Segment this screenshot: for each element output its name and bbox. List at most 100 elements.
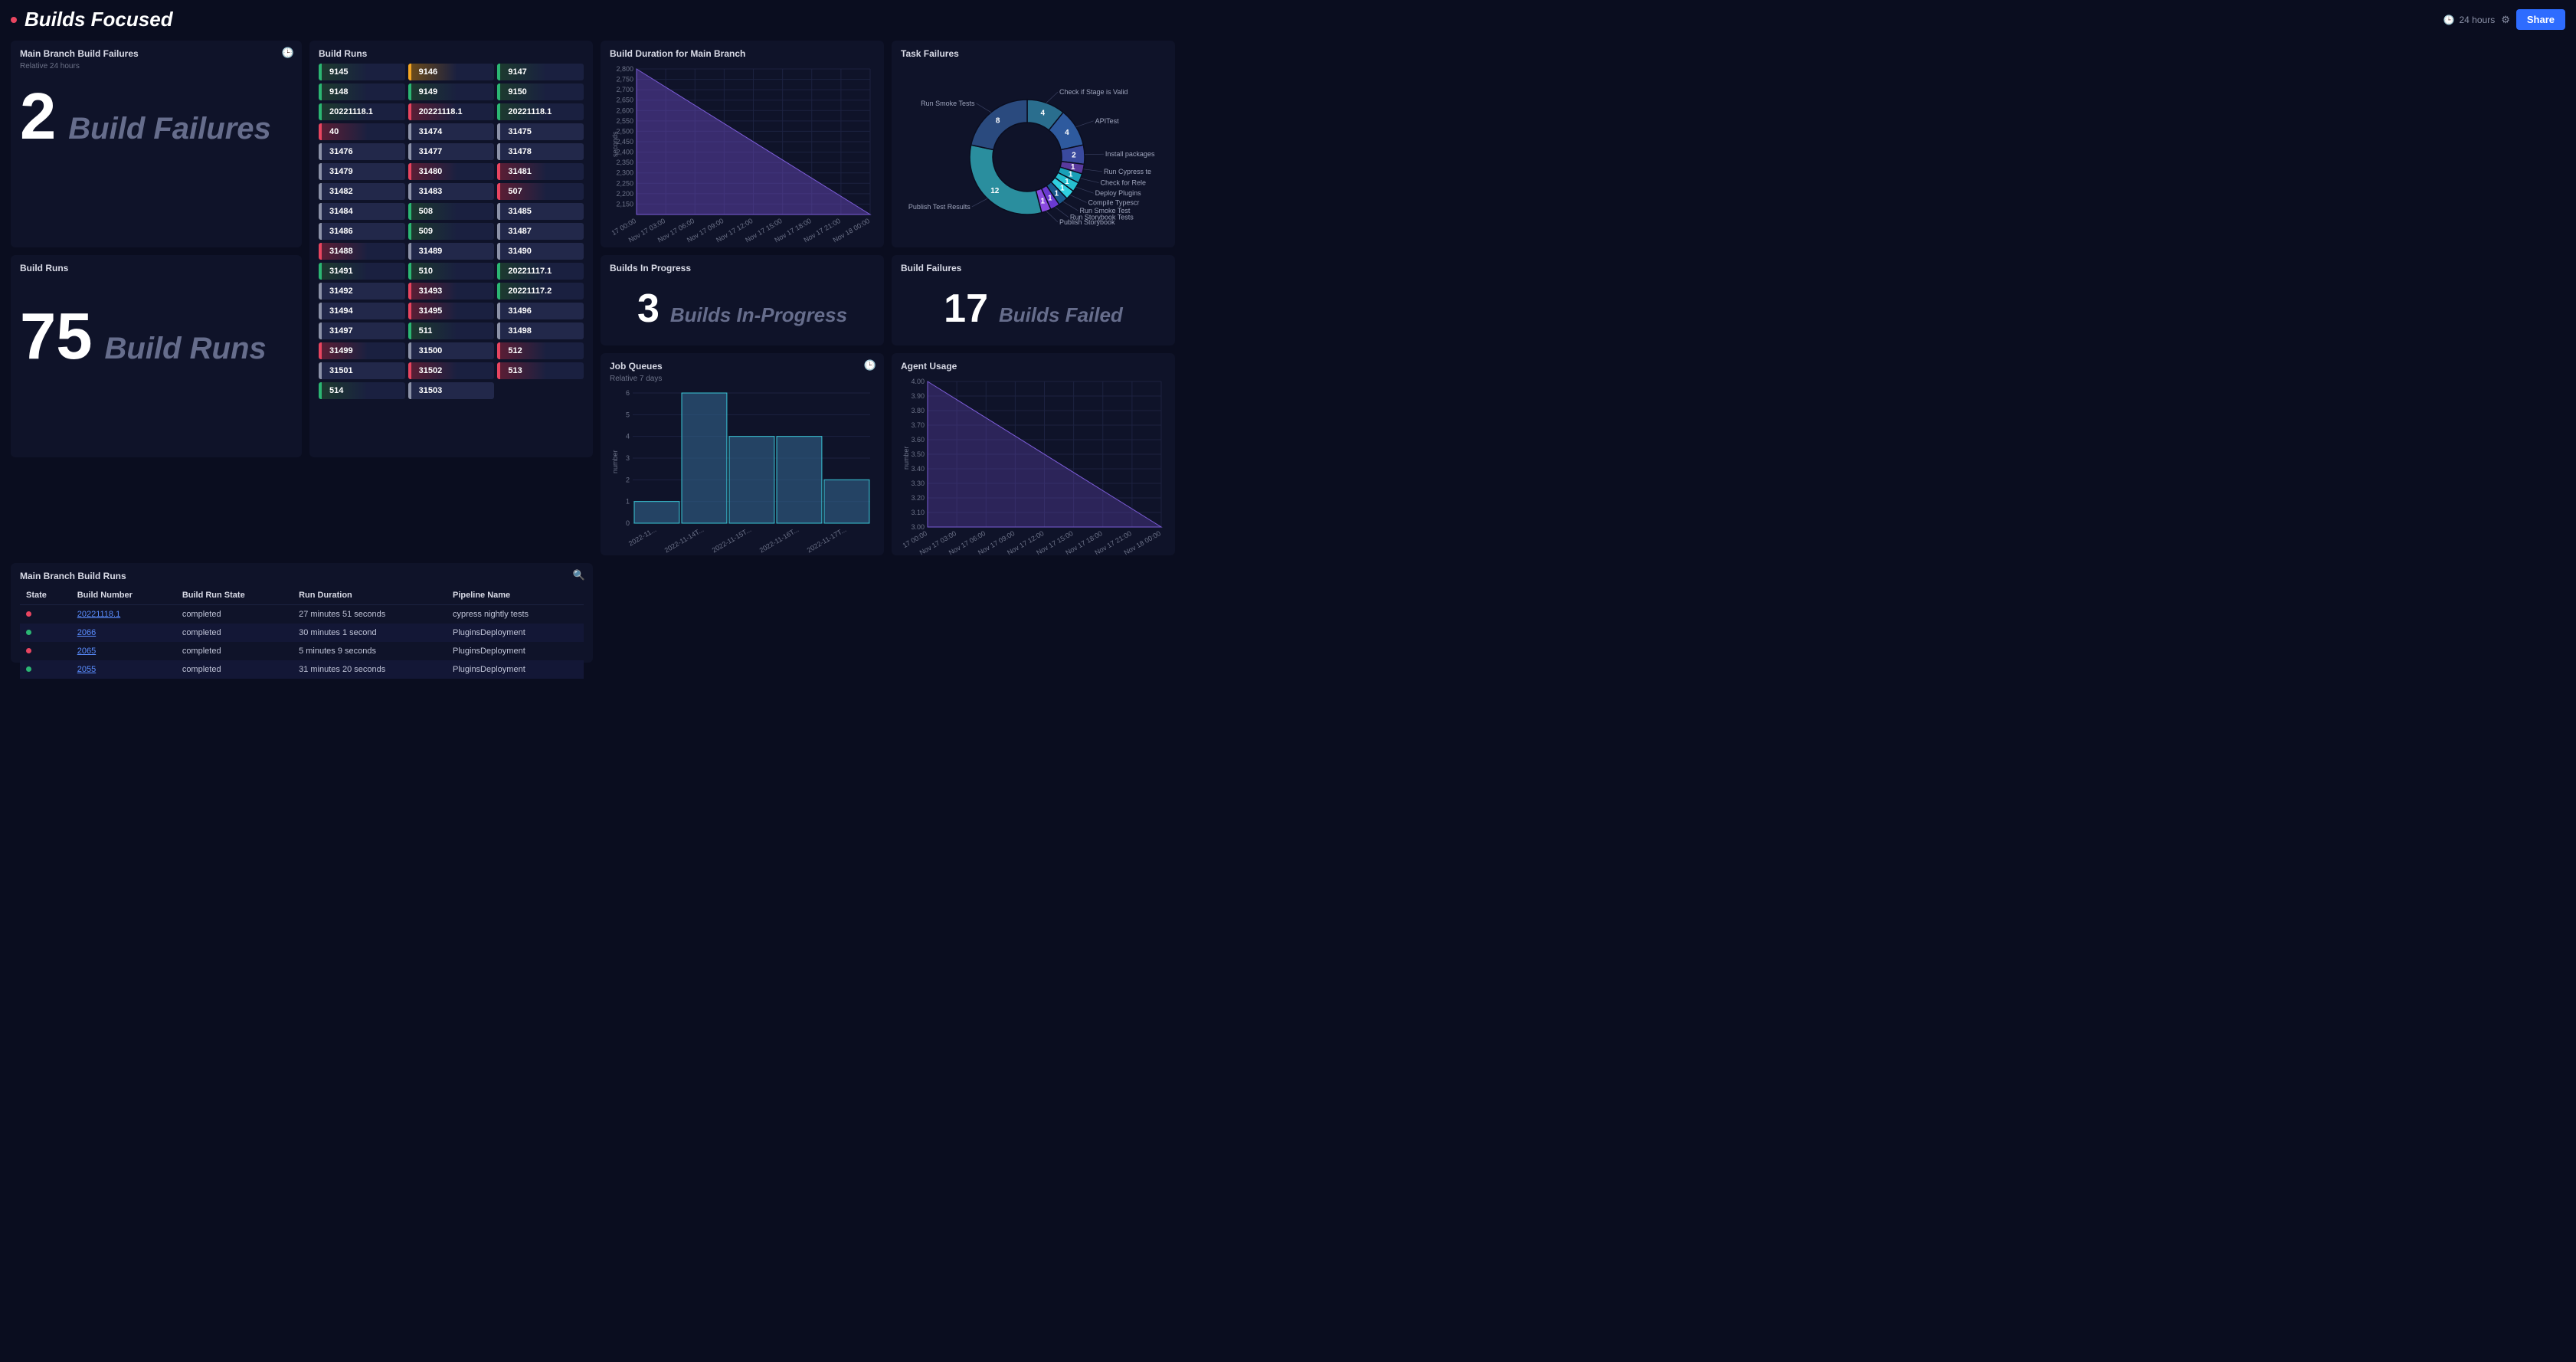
build-chip[interactable]: 31475: [497, 123, 584, 140]
clock-icon[interactable]: 🕒: [864, 359, 876, 372]
build-chip[interactable]: 510: [408, 263, 495, 280]
build-number-link[interactable]: 2055: [77, 665, 96, 674]
table-row[interactable]: 20221118.1 completed 27 minutes 51 secon…: [20, 605, 584, 624]
build-chip[interactable]: 31503: [408, 382, 495, 399]
build-chip[interactable]: 31501: [319, 362, 405, 379]
build-chip[interactable]: 31489: [408, 243, 495, 260]
build-chip[interactable]: 9148: [319, 83, 405, 100]
build-chip[interactable]: 31498: [497, 322, 584, 339]
svg-text:2,200: 2,200: [616, 190, 633, 198]
build-number-link[interactable]: 2065: [77, 647, 96, 656]
svg-text:1: 1: [626, 498, 630, 506]
build-chip[interactable]: 9145: [319, 64, 405, 80]
build-chip[interactable]: 20221117.2: [497, 283, 584, 300]
stat-value: 2: [20, 84, 56, 149]
table-header: Build Number: [71, 586, 176, 605]
build-chip[interactable]: 513: [497, 362, 584, 379]
build-chip[interactable]: 31485: [497, 203, 584, 220]
panel-subtitle: Relative 7 days: [610, 375, 875, 383]
build-chip[interactable]: 31492: [319, 283, 405, 300]
svg-text:2,650: 2,650: [616, 97, 633, 104]
build-chip[interactable]: 20221118.1: [319, 103, 405, 120]
time-range-selector[interactable]: 🕒 24 hours: [2443, 15, 2496, 25]
panel-agent-usage: Agent Usage number 17 00:00Nov 17 03:00N…: [892, 353, 1175, 555]
svg-text:3.30: 3.30: [911, 480, 925, 487]
build-chip[interactable]: 31494: [319, 303, 405, 319]
build-chip[interactable]: 31487: [497, 223, 584, 240]
table-row[interactable]: 2066 completed 30 minutes 1 second Plugi…: [20, 624, 584, 642]
svg-text:2: 2: [626, 476, 630, 483]
build-chip[interactable]: 31500: [408, 342, 495, 359]
build-chip[interactable]: 512: [497, 342, 584, 359]
build-chip[interactable]: 20221117.1: [497, 263, 584, 280]
build-chip[interactable]: 9150: [497, 83, 584, 100]
build-chip[interactable]: 31495: [408, 303, 495, 319]
build-chip[interactable]: 9149: [408, 83, 495, 100]
svg-text:3.10: 3.10: [911, 509, 925, 516]
build-number-link[interactable]: 2066: [77, 628, 96, 637]
page-header: Builds Focused 🕒 24 hours ⚙ Share: [11, 8, 2565, 31]
build-chip[interactable]: 31493: [408, 283, 495, 300]
build-chip[interactable]: 20221118.1: [497, 103, 584, 120]
build-chip[interactable]: 31484: [319, 203, 405, 220]
build-chip[interactable]: 31479: [319, 163, 405, 180]
panel-title: Job Queues: [610, 361, 875, 372]
pipeline-name: PluginsDeployment: [447, 660, 584, 679]
build-chip[interactable]: 31502: [408, 362, 495, 379]
build-chip[interactable]: 31477: [408, 143, 495, 160]
gear-icon[interactable]: ⚙: [2501, 14, 2510, 26]
build-chip[interactable]: 31482: [319, 183, 405, 200]
build-chip[interactable]: 31478: [497, 143, 584, 160]
svg-text:1: 1: [1060, 184, 1065, 192]
build-chip[interactable]: 31481: [497, 163, 584, 180]
build-chip[interactable]: 511: [408, 322, 495, 339]
build-chip[interactable]: 20221118.1: [408, 103, 495, 120]
build-chip[interactable]: 9146: [408, 64, 495, 80]
svg-text:Publish Storybook: Publish Storybook: [1059, 218, 1115, 226]
table-header: State: [20, 586, 71, 605]
build-chip[interactable]: 31486: [319, 223, 405, 240]
svg-text:2,300: 2,300: [616, 169, 633, 177]
build-chip[interactable]: 507: [497, 183, 584, 200]
svg-text:2022-11-17T...: 2022-11-17T...: [806, 525, 848, 554]
svg-text:0: 0: [626, 519, 630, 527]
build-chip[interactable]: 31483: [408, 183, 495, 200]
build-number-link[interactable]: 20221118.1: [77, 610, 120, 619]
panel-title: Build Runs: [319, 48, 584, 59]
table-row[interactable]: 2055 completed 31 minutes 20 seconds Plu…: [20, 660, 584, 679]
build-chip[interactable]: 40: [319, 123, 405, 140]
build-chip[interactable]: 31488: [319, 243, 405, 260]
table-row[interactable]: 2065 completed 5 minutes 9 seconds Plugi…: [20, 642, 584, 660]
build-chip[interactable]: 31497: [319, 322, 405, 339]
svg-text:2,500: 2,500: [616, 127, 633, 135]
build-chip[interactable]: 31491: [319, 263, 405, 280]
panel-title: Build Duration for Main Branch: [610, 48, 875, 59]
build-chip[interactable]: 508: [408, 203, 495, 220]
build-chip[interactable]: 31496: [497, 303, 584, 319]
panel-title: Task Failures: [901, 48, 1166, 59]
svg-text:12: 12: [990, 187, 1000, 195]
build-chip[interactable]: 31499: [319, 342, 405, 359]
build-chip[interactable]: 31476: [319, 143, 405, 160]
svg-text:2,450: 2,450: [616, 138, 633, 146]
build-chip[interactable]: 509: [408, 223, 495, 240]
stat-label: Builds In-Progress: [670, 303, 847, 327]
run-state: completed: [176, 605, 293, 624]
svg-text:4: 4: [626, 433, 630, 440]
svg-text:3.80: 3.80: [911, 407, 925, 414]
build-chip[interactable]: 31474: [408, 123, 495, 140]
svg-text:4.00: 4.00: [911, 378, 925, 385]
pipeline-name: PluginsDeployment: [447, 624, 584, 642]
build-chip[interactable]: 31490: [497, 243, 584, 260]
build-chip[interactable]: 514: [319, 382, 405, 399]
search-icon[interactable]: 🔍: [573, 569, 585, 581]
run-state: completed: [176, 642, 293, 660]
build-chip[interactable]: 9147: [497, 64, 584, 80]
build-chip[interactable]: 31480: [408, 163, 495, 180]
svg-text:2,800: 2,800: [616, 65, 633, 73]
svg-text:Compile Typescr: Compile Typescr: [1088, 198, 1140, 206]
stat-label: Build Runs: [105, 332, 267, 366]
clock-icon[interactable]: 🕒: [282, 47, 294, 59]
pipeline-name: cypress nightly tests: [447, 605, 584, 624]
share-button[interactable]: Share: [2516, 9, 2565, 30]
